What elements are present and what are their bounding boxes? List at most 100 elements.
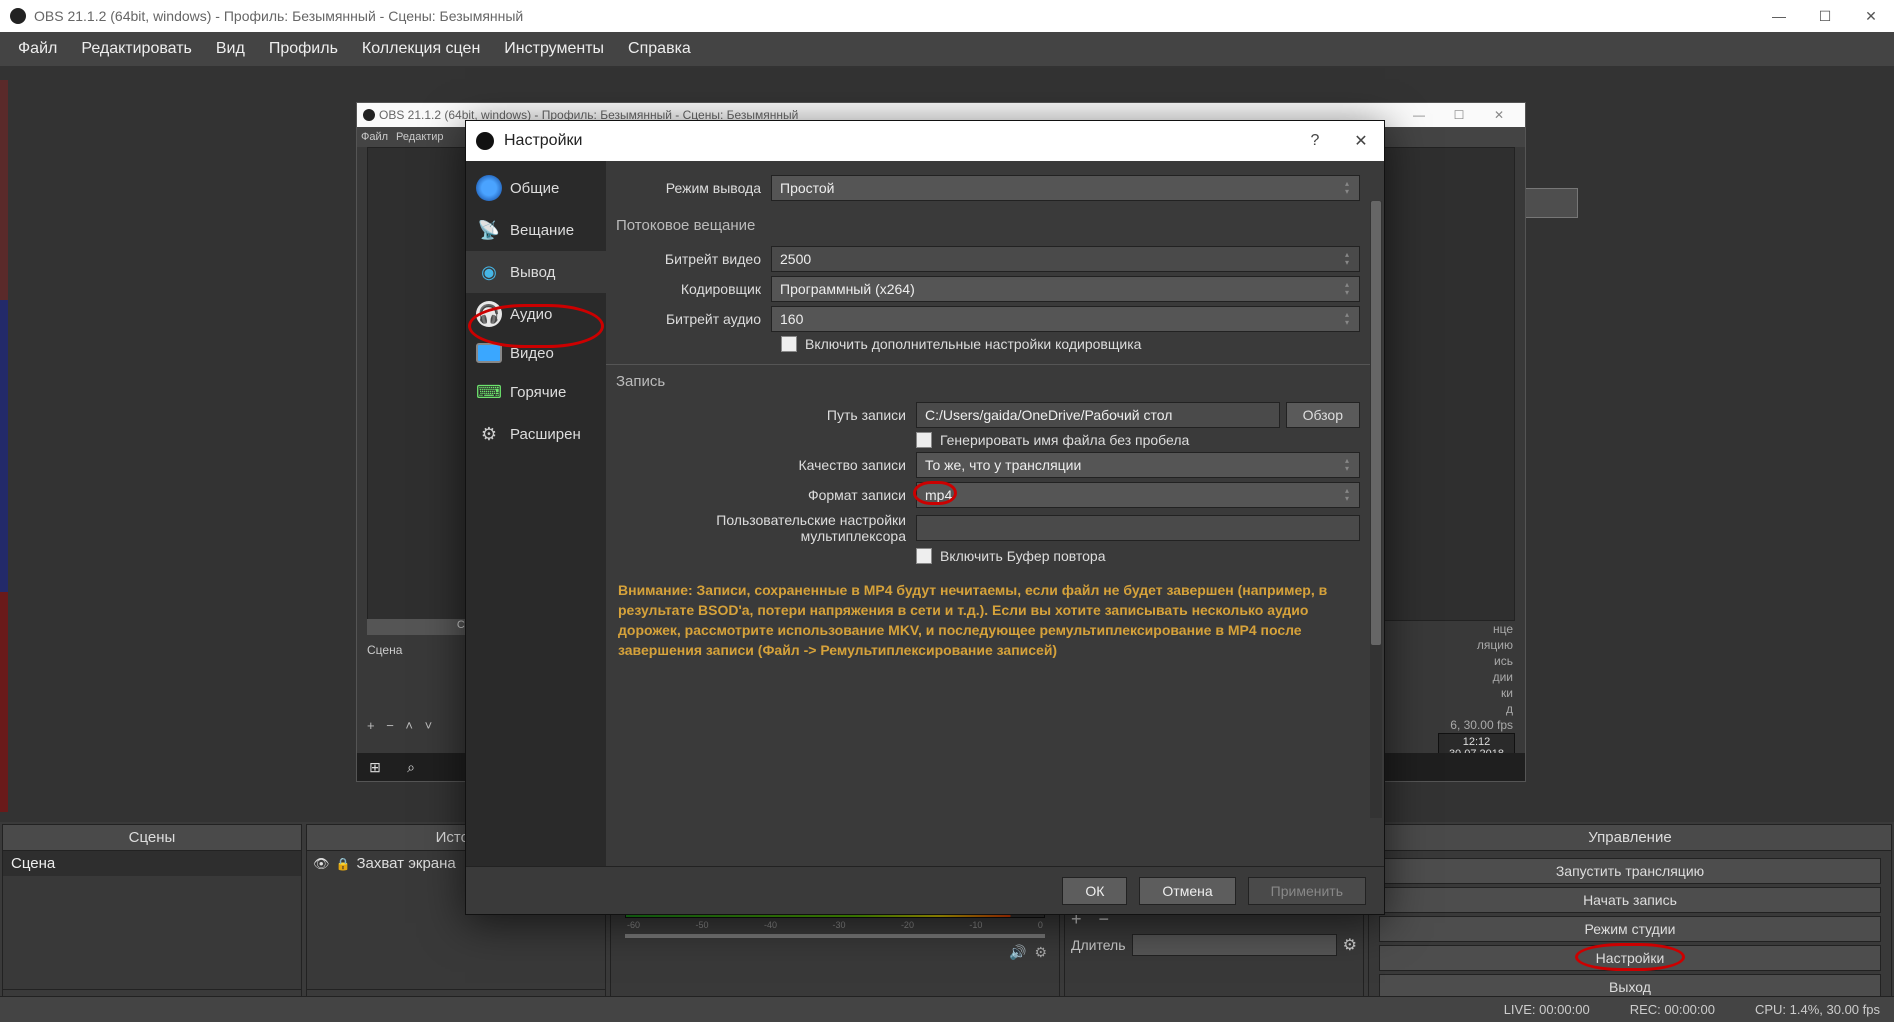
settings-titlebar: Настройки ? ✕ <box>466 121 1384 161</box>
record-format-select[interactable]: mp4 ▴▾ <box>916 482 1360 508</box>
settings-button[interactable]: Настройки <box>1379 945 1881 971</box>
browse-button[interactable]: Обзор <box>1286 402 1360 428</box>
group-streaming: Потоковое вещание <box>606 209 1370 240</box>
audio-bitrate-label: Битрейт аудио <box>616 311 771 327</box>
nav-video[interactable]: Видео <box>466 335 606 371</box>
output-mode-value: Простой <box>780 180 835 196</box>
menu-view[interactable]: Вид <box>204 34 257 64</box>
replay-buffer-checkbox[interactable] <box>916 548 932 564</box>
meter-ticks: -60-50-40-30-20-100 <box>625 920 1045 932</box>
minimize-button[interactable]: — <box>1756 0 1802 32</box>
settings-title-text: Настройки <box>504 132 582 150</box>
nav-audio[interactable]: 🎧Аудио <box>466 293 606 335</box>
nav-stream-label: Вещание <box>510 222 574 239</box>
studio-mode-label: Режим студии <box>1585 921 1676 937</box>
scrollbar-thumb[interactable] <box>1371 201 1381 645</box>
nav-hotkeys-label: Горячие <box>510 384 566 401</box>
cancel-button[interactable]: Отмена <box>1139 877 1235 905</box>
nav-hotkeys[interactable]: ⌨Горячие <box>466 371 606 413</box>
encoder-select[interactable]: Программный (x264)▴▾ <box>771 276 1360 302</box>
mixer-settings-button[interactable]: ⚙ <box>1034 944 1047 960</box>
dock-scenes-header: Сцены <box>3 825 301 851</box>
settings-help-button[interactable]: ? <box>1292 121 1338 161</box>
dock-scenes: Сцены Сцена + − ˄ ˅ <box>2 824 302 1020</box>
chevron-down-icon: ▴▾ <box>1339 279 1355 299</box>
mute-button[interactable]: 🔊 <box>1009 944 1026 960</box>
maximize-button[interactable]: ☐ <box>1802 0 1848 32</box>
transition-duration-input[interactable] <box>1132 934 1337 956</box>
advanced-encoder-checkbox[interactable] <box>781 336 797 352</box>
gear-icon: ⚙ <box>476 421 502 447</box>
mp4-warning: Внимание: Записи, сохраненные в MP4 буду… <box>606 570 1370 670</box>
record-quality-value: То же, что у трансляции <box>925 457 1081 473</box>
record-path-input[interactable]: C:/Users/gaida/OneDrive/Рабочий стол <box>916 402 1280 428</box>
video-bitrate-label: Битрейт видео <box>616 251 771 267</box>
settings-scrollbar[interactable] <box>1370 201 1382 818</box>
settings-close-button[interactable]: ✕ <box>1338 121 1384 161</box>
record-path-value: C:/Users/gaida/OneDrive/Рабочий стол <box>925 407 1172 423</box>
decoration <box>0 80 8 812</box>
settings-content: Режим вывода Простой▴▾ Потоковое вещание… <box>606 161 1384 866</box>
antenna-icon: 📡 <box>476 217 502 243</box>
scene-item-label: Сцена <box>11 855 55 872</box>
chevron-down-icon: ▴▾ <box>1339 455 1355 475</box>
inner-scene-toolbar: + − ˄ ˅ <box>367 718 436 733</box>
nav-stream[interactable]: 📡 Вещание <box>466 209 606 251</box>
app-icon <box>10 8 26 24</box>
lock-icon[interactable] <box>336 855 351 872</box>
nav-general[interactable]: Общие <box>466 167 606 209</box>
no-space-checkbox[interactable] <box>916 432 932 448</box>
ok-button[interactable]: ОК <box>1062 877 1127 905</box>
apply-button[interactable]: Применить <box>1248 877 1366 905</box>
menu-scene-collection[interactable]: Коллекция сцен <box>350 34 492 64</box>
video-bitrate-input[interactable]: 2500▴▾ <box>771 246 1360 272</box>
start-streaming-button[interactable]: Запустить трансляцию <box>1379 858 1881 884</box>
nav-advanced-label: Расширен <box>510 426 581 443</box>
status-cpu: CPU: 1.4%, 30.00 fps <box>1755 1002 1880 1017</box>
chevron-down-icon: ▴▾ <box>1339 309 1355 329</box>
dock-controls: Управление Запустить трансляцию Начать з… <box>1368 824 1892 1020</box>
muxer-input[interactable] <box>916 515 1360 541</box>
studio-mode-button[interactable]: Режим студии <box>1379 916 1881 942</box>
inner-rt-4: ки <box>1450 685 1513 701</box>
status-live: LIVE: 00:00:00 <box>1504 1002 1590 1017</box>
settings-nav: Общие 📡 Вещание ◉Вывод 🎧Аудио Видео ⌨Горя… <box>466 161 606 866</box>
audio-bitrate-select[interactable]: 160▴▾ <box>771 306 1360 332</box>
inner-menu-edit: Редактир <box>396 131 444 143</box>
menu-help[interactable]: Справка <box>616 34 703 64</box>
eye-icon[interactable] <box>313 855 330 872</box>
menu-tools[interactable]: Инструменты <box>492 34 616 64</box>
chevron-down-icon: ▴▾ <box>1339 485 1355 505</box>
settings-footer: ОК Отмена Применить <box>466 866 1384 914</box>
start-recording-label: Начать запись <box>1583 892 1677 908</box>
menu-file[interactable]: Файл <box>6 34 69 64</box>
transition-duration-label: Длитель <box>1071 937 1126 953</box>
window-titlebar: OBS 21.1.2 (64bit, windows) - Профиль: Б… <box>0 0 1894 32</box>
output-mode-select[interactable]: Простой▴▾ <box>771 175 1360 201</box>
window-title: OBS 21.1.2 (64bit, windows) - Профиль: Б… <box>34 8 1756 24</box>
scene-item[interactable]: Сцена <box>3 851 301 876</box>
record-format-label: Формат записи <box>616 487 916 503</box>
close-button[interactable]: ✕ <box>1848 0 1894 32</box>
replay-buffer-label: Включить Буфер повтора <box>940 548 1106 564</box>
menu-profile[interactable]: Профиль <box>257 34 350 64</box>
nav-output[interactable]: ◉Вывод <box>466 251 606 293</box>
settings-button-label: Настройки <box>1596 950 1665 966</box>
inner-rt-5: д <box>1450 701 1513 717</box>
spinner-icon: ▴▾ <box>1339 249 1355 269</box>
nav-video-label: Видео <box>510 345 554 362</box>
volume-slider[interactable] <box>625 932 1045 940</box>
record-format-value: mp4 <box>925 487 952 503</box>
transition-duration-settings[interactable]: ⚙ <box>1343 935 1357 955</box>
start-recording-button[interactable]: Начать запись <box>1379 887 1881 913</box>
status-bar: LIVE: 00:00:00 REC: 00:00:00 CPU: 1.4%, … <box>0 996 1894 1022</box>
source-item-label: Захват экрана <box>356 855 455 872</box>
inner-scene-item: Сцена <box>367 643 402 657</box>
advanced-encoder-label: Включить дополнительные настройки кодиро… <box>805 336 1141 352</box>
menu-edit[interactable]: Редактировать <box>69 34 204 64</box>
nav-general-label: Общие <box>510 180 559 197</box>
nav-advanced[interactable]: ⚙ Расширен <box>466 413 606 455</box>
inner-start-icon: ⊞ <box>357 759 393 776</box>
record-quality-select[interactable]: То же, что у трансляции ▴▾ <box>916 452 1360 478</box>
ok-label: ОК <box>1085 883 1104 899</box>
